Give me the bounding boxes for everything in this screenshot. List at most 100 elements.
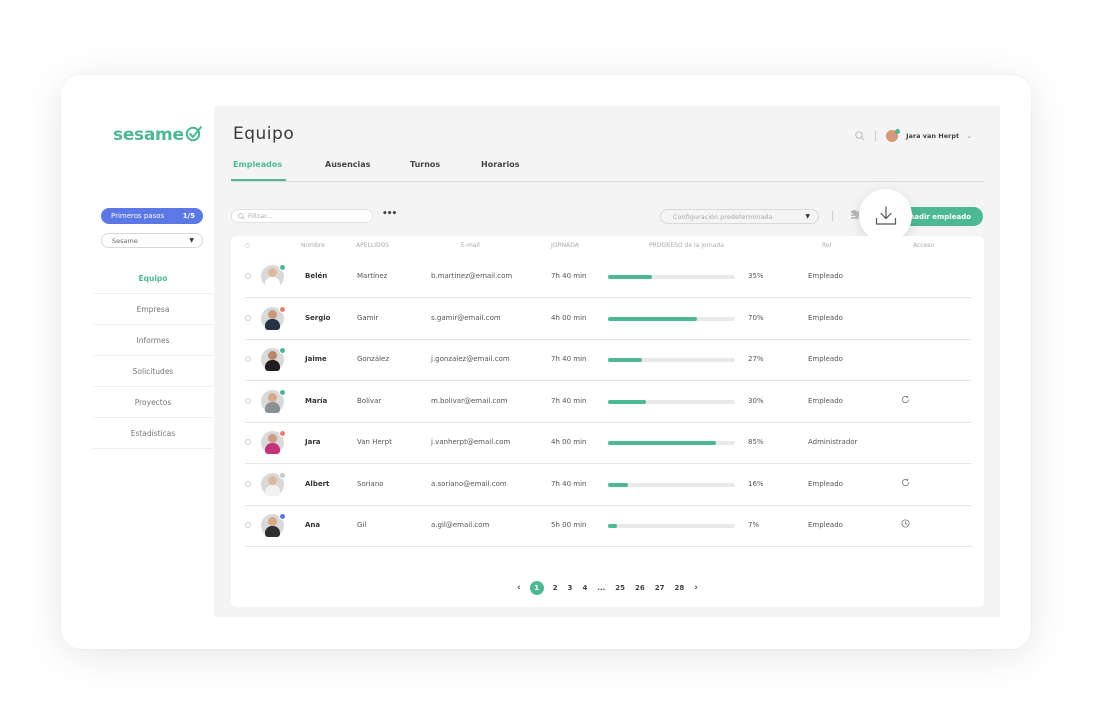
avatar-body <box>265 318 280 330</box>
avatar[interactable] <box>261 430 286 454</box>
chevron-down-icon: ▼ <box>805 213 810 220</box>
avatar[interactable] <box>261 471 286 496</box>
employee-name[interactable]: Belén <box>305 272 327 280</box>
column-rol[interactable]: Rol <box>822 242 831 249</box>
employee-role: Empleado <box>808 272 843 280</box>
progress-fill <box>608 275 653 279</box>
employee-hours: 5h 00 min <box>551 521 587 529</box>
page-button[interactable]: 28 <box>675 584 685 592</box>
sidebar-item-estadisticas[interactable]: Estadísticas <box>93 418 213 449</box>
avatar-body <box>265 401 280 413</box>
search-icon[interactable] <box>855 131 865 141</box>
page-button[interactable]: 27 <box>655 584 665 592</box>
first-steps-button[interactable]: Primeros pasos 1/5 <box>101 208 203 224</box>
table-row[interactable]: Jaime González j.gonzalez@email.com 7h 40 m… <box>245 339 972 381</box>
table-row[interactable]: Belén Martínez b.martinez@email.com 7h 40 m… <box>245 256 972 298</box>
avatar[interactable] <box>261 264 286 288</box>
progress-fill <box>608 358 643 362</box>
page-current[interactable]: 1 <box>529 581 544 595</box>
table-row[interactable]: Jara Van Herpt j.vanherpt@email.com 4h 00 m… <box>245 422 972 464</box>
row-select-radio[interactable] <box>245 397 251 404</box>
progress-percent: 27% <box>748 355 764 363</box>
avatar[interactable] <box>261 513 286 537</box>
status-dot <box>279 347 286 354</box>
employee-role: Empleado <box>808 396 843 405</box>
download-icon <box>875 205 896 225</box>
column-nombre[interactable]: Nombre <box>301 242 325 249</box>
sidebar: sesame Primeros pasos 1/5 Sesame ▼ Equip… <box>93 107 213 617</box>
tab-empleados[interactable]: Empleados <box>231 160 286 181</box>
logo[interactable]: sesame <box>113 125 203 145</box>
progress-bar <box>608 524 735 528</box>
column-apellidos[interactable]: APELLIDOS <box>356 242 389 249</box>
view-config-select[interactable]: Configuración predeterminada ▼ <box>660 209 819 224</box>
page-button[interactable]: 2 <box>553 584 558 592</box>
select-all-radio[interactable]: ○ <box>245 242 250 249</box>
tab-label: Empleados <box>233 160 283 169</box>
chevron-down-icon: ▼ <box>189 237 194 244</box>
more-options-button[interactable]: ••• <box>382 209 397 219</box>
sidebar-item-informes[interactable]: Informes <box>93 325 213 356</box>
page-button[interactable]: 3 <box>568 584 573 592</box>
table-row[interactable]: María Bolívar m.bolivar@email.com 7h 40 min… <box>245 381 972 423</box>
row-select-radio[interactable] <box>245 273 251 279</box>
sidebar-nav: Equipo Empresa Informes Solicitudes Proyecto… <box>93 263 213 449</box>
avatar[interactable] <box>261 305 286 330</box>
page-button[interactable]: 25 <box>615 584 625 592</box>
column-acceso[interactable]: Acceso <box>913 242 934 249</box>
clock-icon[interactable] <box>901 519 910 531</box>
page-button[interactable]: 4 <box>582 584 587 592</box>
download-button[interactable] <box>859 189 912 242</box>
prev-page-button[interactable]: ‹ <box>517 583 521 593</box>
employee-name[interactable]: Albert <box>305 480 329 488</box>
employee-role: Empleado <box>808 355 843 363</box>
employee-email: s.gamir@email.com <box>431 313 501 322</box>
sidebar-item-equipo[interactable]: Equipo <box>93 263 213 294</box>
employee-name[interactable]: Jaime <box>305 355 327 363</box>
next-page-button[interactable]: › <box>694 583 698 593</box>
table-header: ○ Nombre APELLIDOS E-mail JORNADA PROGRE… <box>231 236 984 256</box>
sidebar-item-solicitudes[interactable]: Solicitudes <box>93 356 213 387</box>
main-panel: Equipo Jara van Herpt ⌄ Empleados Ausenc… <box>214 106 1000 617</box>
header-divider <box>875 131 877 141</box>
column-email[interactable]: E-mail <box>461 242 480 249</box>
sidebar-item-empresa[interactable]: Empresa <box>93 294 213 325</box>
avatar[interactable] <box>261 388 286 413</box>
table-row[interactable]: Sergio Gamir s.gamir@email.com 4h 00 min 70%… <box>245 298 972 340</box>
avatar-head <box>268 392 277 402</box>
column-jornada[interactable]: JORNADA <box>551 242 579 249</box>
company-select[interactable]: Sesame ▼ <box>101 233 203 248</box>
employee-name[interactable]: María <box>305 397 327 405</box>
page-button[interactable]: 26 <box>635 584 645 592</box>
chevron-down-icon[interactable]: ⌄ <box>966 132 972 140</box>
table-row[interactable]: Ana Gil a.gil@email.com 5h 00 min 7% Empleado <box>245 505 972 547</box>
employee-surname: Gil <box>357 521 367 529</box>
sidebar-item-proyectos[interactable]: Proyectos <box>93 387 213 418</box>
employee-name[interactable]: Ana <box>305 521 320 529</box>
refresh-icon[interactable] <box>901 478 910 490</box>
row-select-radio[interactable] <box>245 480 251 487</box>
header-actions: Jara van Herpt ⌄ <box>855 129 972 142</box>
tab-ausencias[interactable]: Ausencias <box>325 160 370 169</box>
progress-fill <box>608 524 617 528</box>
refresh-icon[interactable] <box>901 395 910 407</box>
row-select-radio[interactable] <box>245 356 251 362</box>
progress-fill <box>608 316 697 321</box>
table-row[interactable]: Albert Soriano a.soriano@email.com 7h 40 mi… <box>245 464 972 506</box>
column-progreso[interactable]: PROGRESO de la jornada <box>649 242 724 249</box>
filter-input[interactable]: Filtrar... <box>231 209 373 223</box>
pagination: ‹ 1 2 3 4... 25 26 27 28 › <box>231 581 984 595</box>
first-steps-count: 1/5 <box>182 212 195 220</box>
employee-name[interactable]: Jara <box>305 438 321 446</box>
tab-horarios[interactable]: Horarios <box>481 160 519 169</box>
tab-turnos[interactable]: Turnos <box>410 160 440 169</box>
row-select-radio[interactable] <box>245 314 251 321</box>
avatar-head <box>268 351 277 360</box>
employee-name[interactable]: Sergio <box>305 314 330 322</box>
row-select-radio[interactable] <box>245 439 251 445</box>
user-avatar[interactable] <box>886 129 901 142</box>
avatar[interactable] <box>261 347 286 371</box>
row-select-radio[interactable] <box>245 522 251 528</box>
user-name[interactable]: Jara van Herpt <box>906 132 959 140</box>
employee-surname: Soriano <box>357 479 384 488</box>
